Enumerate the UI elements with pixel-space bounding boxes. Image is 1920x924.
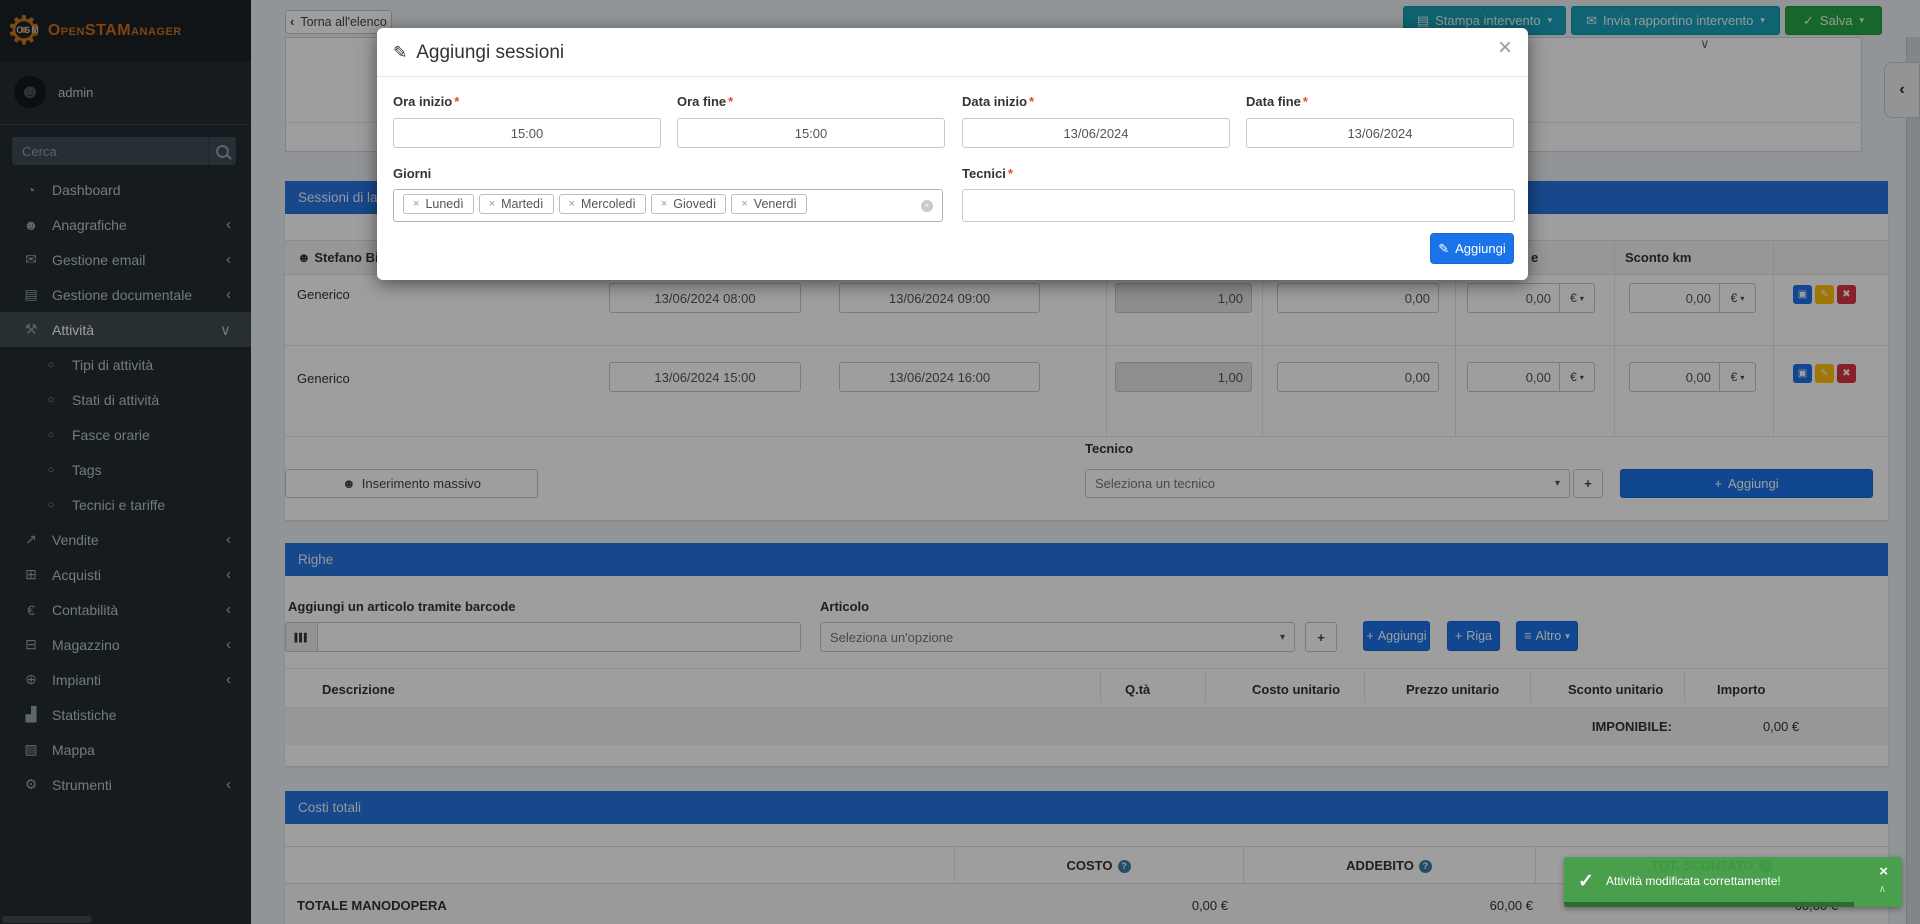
modal-title: Aggiungi sessioni (416, 42, 564, 64)
app-root: ⚙ OSM OpenSTAManager ☻ admin ◔Dashboard … (0, 0, 1920, 924)
required-marker: * (1303, 94, 1308, 109)
data-fine-input[interactable] (1246, 118, 1514, 148)
day-chip-martedi[interactable]: × Martedì (479, 194, 554, 214)
pencil-square-icon: ✎ (1438, 241, 1449, 257)
modal-header: ✎ Aggiungi sessioni (393, 42, 564, 64)
ora-fine-input[interactable] (677, 118, 945, 148)
modal-submit-label: Aggiungi (1455, 241, 1506, 256)
day-chip-label: Martedì (501, 197, 543, 211)
required-marker: * (454, 94, 459, 109)
required-marker: * (728, 94, 733, 109)
ora-inizio-label: Ora inizio* (393, 94, 459, 109)
check-icon: ✓ (1578, 870, 1594, 893)
day-chip-venerdi[interactable]: × Venerdì (731, 194, 807, 214)
required-marker: * (1008, 166, 1013, 181)
pencil-icon: ✎ (393, 43, 407, 63)
day-chip-mercoledi[interactable]: × Mercoledì (559, 194, 646, 214)
data-inizio-input[interactable] (962, 118, 1230, 148)
toast-progress-bar (1564, 902, 1854, 907)
remove-icon[interactable]: × (661, 198, 667, 210)
toast-close-icon[interactable]: × (1879, 863, 1888, 880)
tecnici-input[interactable] (962, 189, 1515, 222)
modal-submit-button[interactable]: ✎ Aggiungi (1430, 233, 1514, 264)
remove-icon[interactable]: × (569, 198, 575, 210)
close-icon[interactable]: × (1498, 36, 1512, 60)
tecnici-label: Tecnici* (962, 166, 1013, 181)
add-sessions-modal: ✎ Aggiungi sessioni × Ora inizio* Ora fi… (377, 28, 1528, 280)
remove-icon[interactable]: × (489, 198, 495, 210)
success-toast[interactable]: ✓ Attività modificata correttamente! × ∧ (1564, 857, 1902, 907)
ora-fine-label: Ora fine* (677, 94, 733, 109)
data-inizio-label: Data inizio* (962, 94, 1034, 109)
toast-collapse-icon[interactable]: ∧ (1879, 884, 1886, 895)
giorni-label: Giorni (393, 166, 431, 181)
giorni-multiselect[interactable]: × Lunedì × Martedì × Mercoledì × Giovedì × Ve… (393, 189, 943, 222)
day-chip-label: Mercoledì (581, 197, 636, 211)
day-chip-giovedi[interactable]: × Giovedì (651, 194, 727, 214)
ora-inizio-input[interactable] (393, 118, 661, 148)
day-chip-label: Venerdì (754, 197, 797, 211)
data-fine-label: Data fine* (1246, 94, 1308, 109)
required-marker: * (1029, 94, 1034, 109)
day-chip-lunedi[interactable]: × Lunedì (403, 194, 474, 214)
remove-icon[interactable]: × (413, 198, 419, 210)
toast-message: Attività modificata correttamente! (1606, 874, 1781, 888)
day-chip-label: Lunedì (425, 197, 463, 211)
remove-icon[interactable]: × (741, 198, 747, 210)
clear-all-icon[interactable]: × (921, 200, 933, 212)
day-chip-label: Giovedì (673, 197, 716, 211)
